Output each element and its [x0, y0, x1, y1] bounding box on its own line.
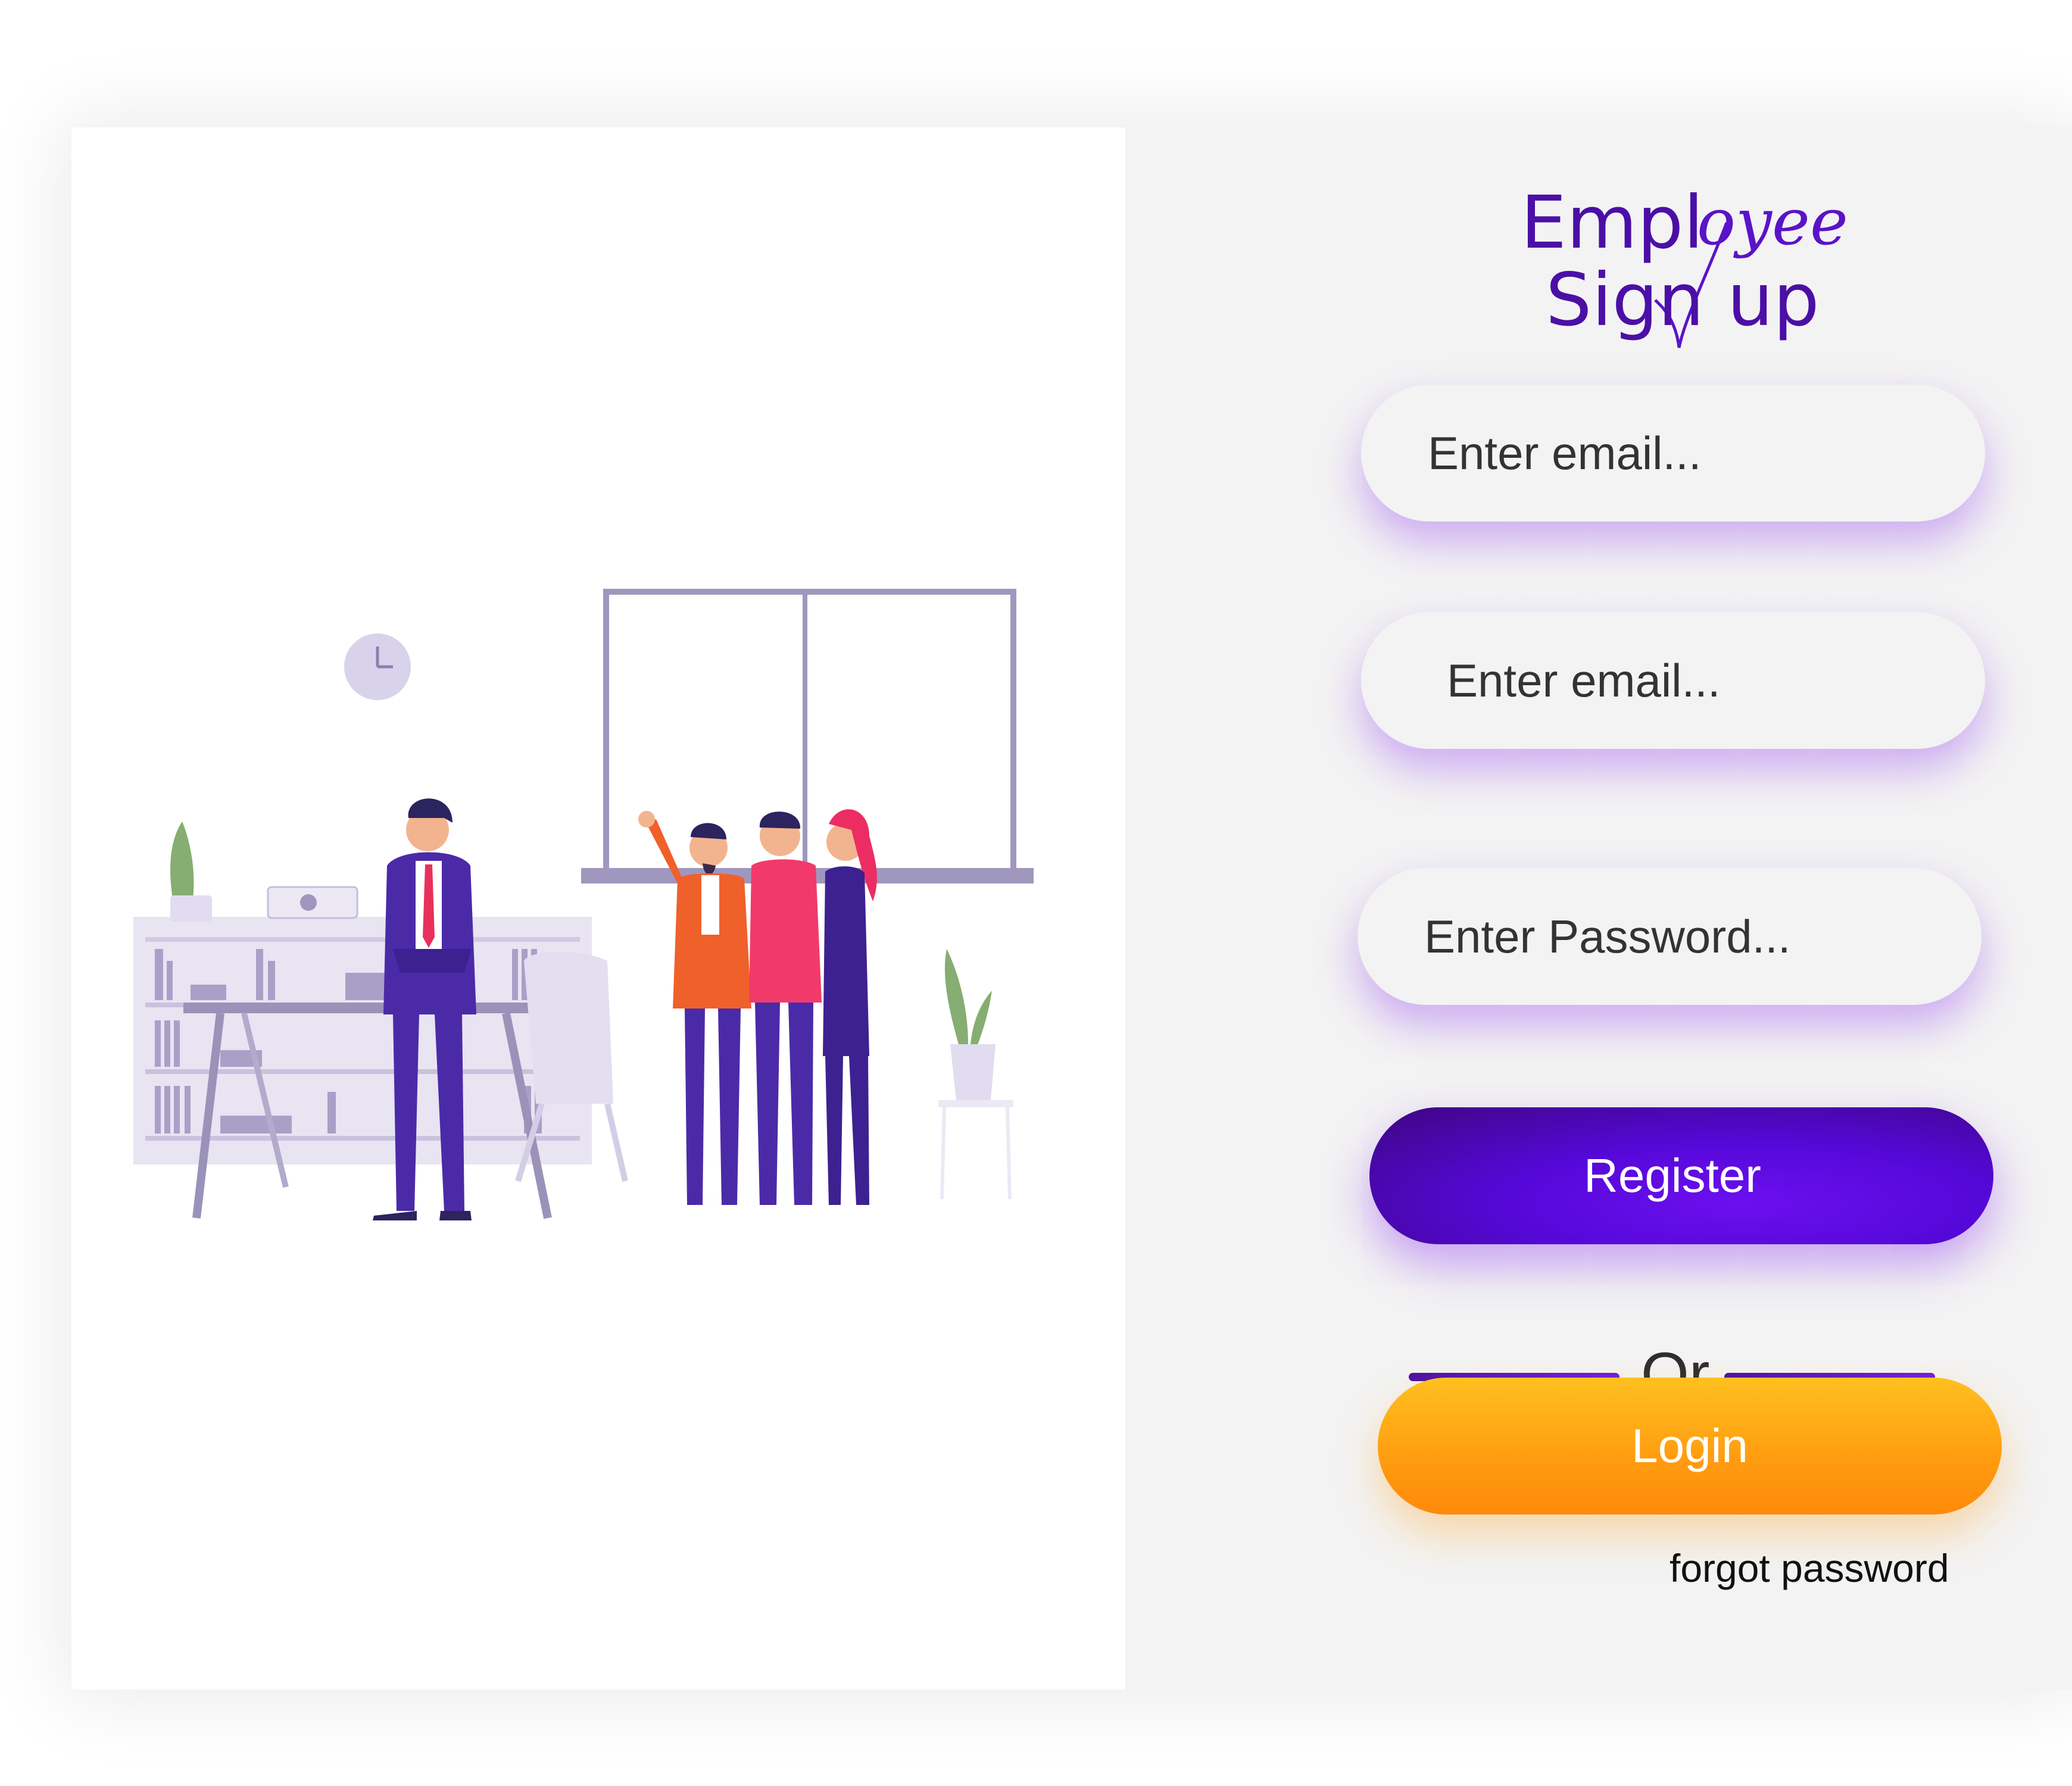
- email-field-container: [1361, 384, 1985, 522]
- register-button[interactable]: Register: [1369, 1107, 1993, 1244]
- second-email-field[interactable]: [1446, 611, 1985, 750]
- login-button[interactable]: Login: [1378, 1378, 2002, 1515]
- side-plant-graphic: [938, 949, 1013, 1200]
- second-email-field-container: [1361, 611, 1985, 750]
- signup-form-panel: Empl oyee Sign up Register Or Login forg…: [1125, 127, 2072, 1690]
- colleague-pink-figure: [749, 811, 822, 1205]
- page-title: Empl oyee Sign up: [1125, 163, 2072, 360]
- password-field[interactable]: [1423, 867, 1981, 1006]
- plant-graphic: [170, 822, 212, 922]
- password-field-container: [1358, 867, 1981, 1006]
- projector-graphic: [267, 886, 358, 919]
- window-graphic: [581, 589, 1034, 883]
- colleague-woman-figure: [823, 809, 877, 1205]
- clock-icon: [344, 633, 411, 700]
- email-field[interactable]: [1427, 384, 1985, 522]
- illustration-panel: [71, 127, 1125, 1690]
- forgot-password-link[interactable]: forgot password: [1670, 1544, 1949, 1592]
- office-team-illustration: [133, 589, 1034, 1220]
- bookshelf-graphic: [133, 917, 592, 1164]
- title-signup: Sign up: [1546, 258, 1820, 342]
- signup-card: Empl oyee Sign up Register Or Login forg…: [71, 127, 2072, 1690]
